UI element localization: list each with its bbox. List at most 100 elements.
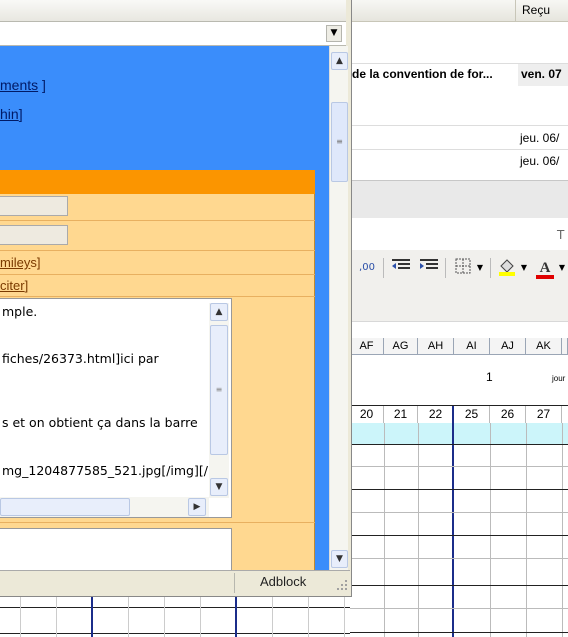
week-separator xyxy=(91,597,93,637)
mail-blank-area xyxy=(350,22,568,64)
divider xyxy=(0,220,315,221)
cell-label[interactable]: jour xyxy=(552,374,565,383)
mail-row[interactable]: jeu. 06/ xyxy=(350,128,568,150)
day-cell[interactable]: 25 xyxy=(454,406,490,423)
grid-line xyxy=(128,597,129,637)
adblock-status[interactable]: Adblock xyxy=(260,574,306,589)
grid-line xyxy=(56,597,57,637)
column-header[interactable]: AI xyxy=(454,338,490,355)
resize-grip-icon[interactable] xyxy=(336,579,348,591)
page-vertical-scrollbar[interactable]: ▲ ≡ ▼ xyxy=(329,46,348,570)
textarea-line: s et on obtient ça dans la barre xyxy=(2,415,198,430)
day-cell[interactable]: 20 xyxy=(350,406,384,423)
scroll-up-icon[interactable]: ▲ xyxy=(331,52,348,70)
scroll-up-icon[interactable]: ▲ xyxy=(210,303,228,321)
spreadsheet-grid[interactable]: AF AG AH AI AJ AK 1 jour 20 21 22 25 26 … xyxy=(350,338,568,637)
mail-date: jeu. 06/ xyxy=(520,131,560,145)
column-header[interactable]: AK xyxy=(526,338,562,355)
day-cell[interactable]: 26 xyxy=(490,406,526,423)
highlighted-row[interactable] xyxy=(350,423,568,444)
grid-line xyxy=(350,489,568,490)
fill-color-icon[interactable] xyxy=(496,258,518,278)
browser-popup-window: ▼ ments ] hin] ▲ ≡ ▼ mileys] citer] mple… xyxy=(0,0,352,597)
textarea-horizontal-scrollbar[interactable]: ▶ xyxy=(0,497,209,517)
grid-line xyxy=(350,535,568,536)
decrease-indent-icon[interactable] xyxy=(390,258,412,278)
grid-line xyxy=(350,608,568,609)
blue-link-1[interactable]: ments ] xyxy=(0,77,46,93)
column-header[interactable] xyxy=(562,338,568,355)
grid-line xyxy=(308,597,309,637)
spreadsheet-grid-bottom[interactable] xyxy=(0,597,350,637)
cell-value[interactable]: 1 xyxy=(486,370,493,384)
textarea-vertical-scrollbar[interactable]: ▲ ≡ ▼ xyxy=(209,303,229,498)
scrollbar-thumb[interactable]: ≡ xyxy=(331,102,348,182)
column-header-recu[interactable]: Reçu xyxy=(515,0,568,22)
citer-link[interactable]: citer] xyxy=(0,278,28,293)
status-bar: Adblock xyxy=(0,570,350,594)
chevron-down-icon[interactable]: ▼ xyxy=(326,25,342,42)
toolbar-separator xyxy=(445,258,446,278)
mail-date: ven. 07 xyxy=(518,64,568,86)
form-input-field[interactable] xyxy=(0,196,68,216)
grid-line xyxy=(562,423,563,637)
mail-date: jeu. 06/ xyxy=(520,154,560,168)
textarea-line: mg_1204877585_521.jpg[/img][/ xyxy=(2,463,208,478)
grid-line xyxy=(272,597,273,637)
grid-line xyxy=(350,585,568,586)
mail-row[interactable]: de la convention de for... ven. 07 xyxy=(350,64,568,86)
increase-indent-icon[interactable] xyxy=(418,258,440,278)
column-header[interactable]: AH xyxy=(418,338,454,355)
font-color-dropdown-icon[interactable]: ▼ xyxy=(556,258,568,278)
scrollbar-thumb[interactable] xyxy=(0,498,130,516)
grid-line xyxy=(384,423,385,637)
divider xyxy=(0,296,315,297)
fill-color-dropdown-icon[interactable]: ▼ xyxy=(518,258,530,278)
message-textarea[interactable]: mple. fiches/26373.html]ici par s et on … xyxy=(0,298,232,518)
grid-line xyxy=(20,597,21,637)
scroll-down-icon[interactable]: ▼ xyxy=(210,478,228,496)
background-window: Reçu de la convention de for... ven. 07 … xyxy=(350,0,568,637)
scrollbar-thumb[interactable]: ≡ xyxy=(210,325,228,455)
column-header[interactable]: AF xyxy=(350,338,384,355)
day-cell[interactable]: 22 xyxy=(418,406,454,423)
grid-line xyxy=(344,597,345,637)
grid-line xyxy=(350,444,568,445)
toolbar-partial-label: T xyxy=(557,228,565,242)
grid-line xyxy=(164,597,165,637)
blue-link-2[interactable]: hin] xyxy=(0,106,23,122)
day-cell[interactable]: 21 xyxy=(384,406,418,423)
textarea-line: mple. xyxy=(2,304,38,319)
font-color-icon[interactable]: A xyxy=(534,258,556,279)
address-dropdown[interactable]: ▼ xyxy=(0,22,346,46)
divider xyxy=(0,250,315,251)
textarea-line: fiches/26373.html]ici par xyxy=(2,351,159,366)
column-header[interactable]: AG xyxy=(384,338,418,355)
scroll-down-icon[interactable]: ▼ xyxy=(331,550,348,568)
decrease-decimal-icon[interactable]: ,00 xyxy=(356,258,378,278)
format-toolbar: ,00 ▼ ▼ A ▼ xyxy=(350,250,568,286)
grid-line xyxy=(350,632,568,633)
form-input-field[interactable] xyxy=(0,225,68,245)
mail-subject: de la convention de for... xyxy=(352,67,493,81)
mail-blank-area xyxy=(350,86,568,126)
smileys-link[interactable]: mileys] xyxy=(0,255,40,270)
grid-line xyxy=(350,558,568,559)
mail-list-header: Reçu xyxy=(350,0,568,22)
day-cell[interactable]: 27 xyxy=(526,406,562,423)
borders-dropdown-icon[interactable]: ▼ xyxy=(474,258,486,278)
week-separator xyxy=(452,406,454,637)
grid-line xyxy=(0,607,350,608)
column-header[interactable]: AJ xyxy=(490,338,526,355)
toolbar-separator xyxy=(383,258,384,278)
borders-icon[interactable] xyxy=(452,258,474,278)
grid-line xyxy=(0,633,350,634)
second-textarea[interactable] xyxy=(0,528,232,570)
scroll-right-icon[interactable]: ▶ xyxy=(188,498,206,516)
toolbar-row-empty xyxy=(350,286,568,322)
grid-line xyxy=(350,512,568,513)
ribbon-blank xyxy=(350,218,568,250)
grid-line xyxy=(526,423,527,637)
mail-row[interactable]: jeu. 06/ xyxy=(350,151,568,173)
status-separator xyxy=(234,573,235,593)
